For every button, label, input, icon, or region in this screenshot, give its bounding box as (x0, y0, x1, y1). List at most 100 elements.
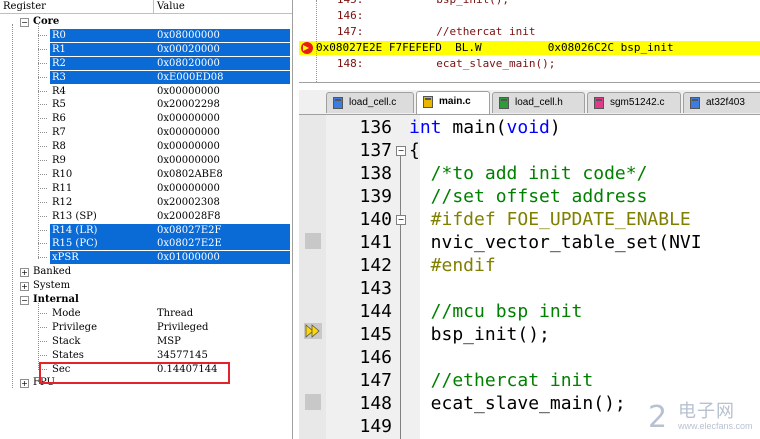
register-row[interactable]: R7 0x00000000 (0, 126, 292, 139)
register-value[interactable]: 0x20002308 (154, 196, 290, 209)
register-value[interactable]: 0x0802ABE8 (154, 168, 290, 181)
code-line[interactable]: nvic_vector_table_set(NVI (409, 231, 702, 254)
register-row[interactable]: xPSR 0x01000000 (0, 251, 292, 265)
register-row[interactable]: R6 0x00000000 (0, 112, 292, 125)
register-row[interactable]: R2 0x08020000 (0, 56, 292, 70)
code-editor[interactable]: − − 136 int main(void) 137 {138 /*to add in… (299, 115, 760, 439)
tab-at32f403[interactable]: at32f403 (683, 92, 760, 113)
fpu-expander-icon[interactable]: + (20, 379, 29, 389)
register-row[interactable]: R12 0x20002308 (0, 196, 292, 209)
register-row[interactable]: R0 0x08000000 (0, 28, 292, 42)
line-number: 136 (359, 117, 392, 138)
code-token: nvic_vector_table_set(NVI (409, 232, 702, 253)
banked-group[interactable]: + Banked (0, 265, 292, 278)
code-line[interactable]: #ifdef FOE_UPDATE_ENABLE (409, 208, 691, 231)
internal-group[interactable]: − Internal (0, 293, 292, 306)
register-value[interactable]: 0x08027E2E (154, 237, 290, 251)
code-line[interactable]: /*to add init code*/ (409, 162, 648, 185)
register-value[interactable]: 0x00000000 (154, 126, 290, 139)
register-value[interactable]: 0x00000000 (154, 140, 290, 153)
register-name: R1 (50, 42, 156, 56)
code-line[interactable]: //ethercat init (409, 369, 594, 392)
register-value[interactable]: 0x08027E2F (154, 223, 290, 237)
register-value[interactable]: 0x00000000 (154, 182, 290, 195)
tree-connector (38, 146, 47, 148)
register-row[interactable]: R13 (SP) 0x200028F8 (0, 210, 292, 223)
code-coverage-marker[interactable] (305, 394, 321, 410)
tab-sgm51242-c[interactable]: sgm51242.c (587, 92, 681, 113)
tab-main-c[interactable]: main.c (416, 91, 490, 114)
register-value[interactable]: 0x00020000 (154, 42, 290, 56)
internal-expander-icon[interactable]: − (20, 296, 29, 305)
system-expander-icon[interactable]: + (20, 282, 29, 292)
code-line[interactable]: //mcu bsp init (409, 300, 583, 323)
tab-load_cell-h[interactable]: load_cell.h (492, 92, 585, 113)
register-value[interactable]: 0xE000ED08 (154, 70, 290, 84)
register-row[interactable]: R9 0x00000000 (0, 154, 292, 167)
code-line[interactable]: bsp_init(); (409, 323, 550, 346)
column-header-value[interactable]: Value (154, 0, 292, 13)
tab-label: main.c (439, 96, 471, 107)
register-value[interactable]: 0x00000000 (154, 85, 290, 98)
register-value[interactable]: 0x08000000 (154, 28, 290, 42)
register-name: xPSR (50, 251, 156, 265)
register-row[interactable]: States 34577145 (0, 349, 292, 362)
disassembly-line[interactable]: 145: bsp_init(); (317, 0, 509, 7)
register-row[interactable]: R4 0x00000000 (0, 85, 292, 98)
register-name: R7 (52, 127, 66, 139)
register-row[interactable]: Mode Thread (0, 307, 292, 320)
banked-expander-icon[interactable]: + (20, 268, 29, 278)
disassembly-line[interactable]: 147: //ethercat init (317, 25, 536, 39)
register-value[interactable]: Thread (154, 307, 290, 320)
code-line[interactable]: #endif (409, 254, 496, 277)
source-file-icon (690, 97, 700, 109)
register-value[interactable]: 0x01000000 (154, 251, 290, 265)
register-name: Stack (52, 335, 81, 347)
code-coverage-marker[interactable] (305, 233, 321, 249)
register-value[interactable]: 0x00000000 (154, 154, 290, 167)
register-row[interactable]: R10 0x0802ABE8 (0, 168, 292, 181)
source-file-icon (333, 97, 343, 109)
column-header-register[interactable]: Register (0, 0, 154, 13)
line-number: 139 (359, 186, 392, 207)
register-row[interactable]: R5 0x20002298 (0, 98, 292, 111)
breakpoint-gutter[interactable] (299, 115, 326, 439)
register-value[interactable]: 0x200028F8 (154, 210, 290, 223)
register-value[interactable]: 0x20002298 (154, 98, 290, 111)
register-row[interactable]: R11 0x00000000 (0, 182, 292, 195)
register-value[interactable]: MSP (154, 335, 290, 348)
fold-toggle-icon[interactable]: − (396, 146, 406, 156)
code-line[interactable]: { (409, 139, 420, 162)
register-row[interactable]: R15 (PC) 0x08027E2E (0, 237, 292, 251)
register-value[interactable]: 0x00000000 (154, 112, 290, 125)
disassembly-line[interactable]: 148: ecat_slave_main(); (317, 57, 556, 71)
code-line[interactable]: ecat_slave_main(); (409, 392, 626, 415)
execution-pointer-icon (304, 323, 322, 339)
code-line[interactable]: int main(void) (409, 116, 561, 139)
register-name: Privilege (52, 321, 97, 333)
code-line[interactable]: //set offset address (409, 185, 648, 208)
register-row[interactable]: R3 0xE000ED08 (0, 70, 292, 84)
source-file-icon (499, 97, 509, 109)
register-row[interactable]: Stack MSP (0, 335, 292, 348)
tab-label: load_cell.h (515, 97, 563, 108)
tree-connector (38, 187, 47, 189)
register-row[interactable]: Privilege Privileged (0, 321, 292, 334)
disassembly-line[interactable]: 146: (317, 9, 364, 23)
code-token: bsp_init(); (409, 324, 550, 345)
core-expander-icon[interactable]: − (20, 18, 29, 27)
register-row[interactable]: R14 (LR) 0x08027E2F (0, 223, 292, 237)
tree-connector (38, 104, 47, 106)
tree-connector (38, 229, 47, 231)
register-value[interactable]: 0x08020000 (154, 56, 290, 70)
core-group[interactable]: − Core (0, 15, 292, 28)
register-row[interactable]: R1 0x00020000 (0, 42, 292, 56)
current-disassembly-line[interactable]: 0x08027E2E F7FEFEFD BL.W 0x08026C2C bsp_… (316, 41, 674, 55)
fold-toggle-icon[interactable]: − (396, 215, 406, 225)
tab-load_cell-c[interactable]: load_cell.c (326, 92, 414, 113)
register-value[interactable]: 34577145 (154, 349, 290, 362)
system-group[interactable]: + System (0, 279, 292, 292)
register-value[interactable]: Privileged (154, 321, 290, 334)
watermark-text: 电子网 (678, 401, 735, 422)
register-row[interactable]: R8 0x00000000 (0, 140, 292, 153)
